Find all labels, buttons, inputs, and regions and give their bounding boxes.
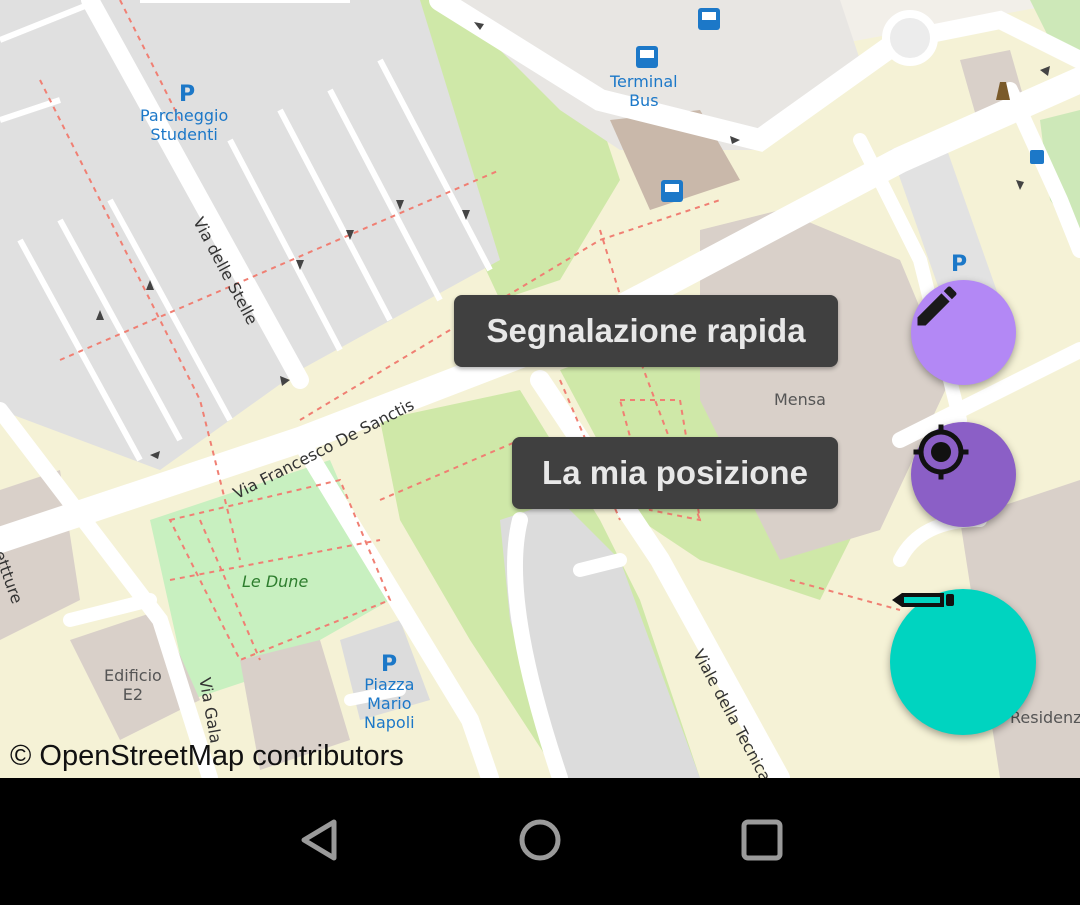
parking-symbol: P (179, 82, 196, 107)
parking-symbol: P (381, 652, 398, 677)
mensa-label: Mensa (774, 390, 826, 409)
le-dune-label: Le Dune (242, 572, 309, 591)
recents-button[interactable] (722, 802, 802, 882)
piazza-mario-napoli-label: Piazza Mario Napoli (364, 675, 415, 732)
recents-square-icon (740, 818, 784, 867)
system-navigation-bar (0, 778, 1080, 905)
home-circle-icon (517, 817, 563, 868)
parking-symbol: P (951, 252, 968, 277)
edificio-e2-label: Edificio E2 (104, 666, 162, 704)
parcheggio-studenti-label: Parcheggio Studenti (140, 106, 229, 144)
back-triangle-icon (298, 818, 342, 867)
my-location-button[interactable] (911, 422, 1016, 527)
back-button[interactable] (280, 802, 360, 882)
terminal-bus-label: Terminal Bus (610, 72, 678, 110)
my-location-label[interactable]: La mia posizione (512, 437, 838, 509)
main-action-button[interactable] (890, 589, 1036, 735)
map-attribution[interactable]: © OpenStreetMap contributors (10, 740, 404, 773)
quick-report-button[interactable] (911, 280, 1016, 385)
map-view[interactable]: P Parcheggio Studenti Terminal Bus P Men… (0, 0, 1080, 778)
residenze-label: Residenz (1010, 708, 1080, 727)
home-button[interactable] (500, 802, 580, 882)
quick-report-label[interactable]: Segnalazione rapida (454, 295, 838, 367)
